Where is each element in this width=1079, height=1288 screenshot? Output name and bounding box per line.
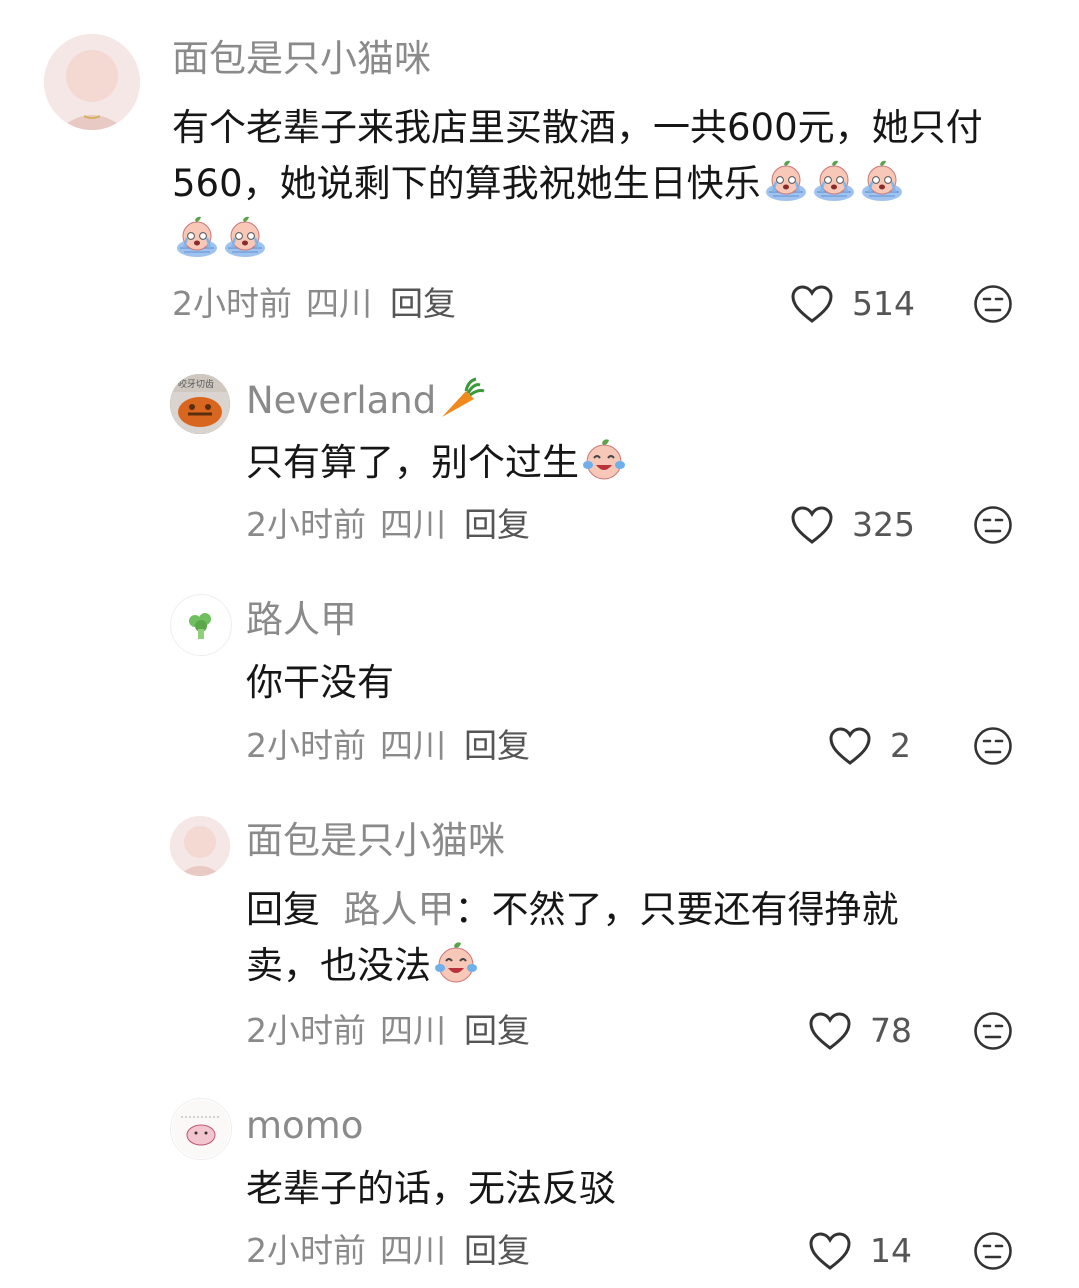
avatar[interactable] bbox=[170, 594, 232, 656]
like-button[interactable]: 14 bbox=[808, 1231, 912, 1271]
location: 四川 bbox=[306, 284, 372, 323]
reply-button[interactable]: 回复 bbox=[464, 505, 530, 544]
heart-icon bbox=[808, 1231, 852, 1271]
reply-button[interactable]: 回复 bbox=[464, 1231, 530, 1270]
location: 四川 bbox=[380, 505, 446, 544]
like-count: 325 bbox=[852, 505, 915, 544]
heart-icon bbox=[828, 726, 872, 766]
reply-button[interactable]: 回复 bbox=[390, 284, 456, 323]
comment-meta: 2小时前 四川 回复 bbox=[172, 284, 470, 324]
commenter-name[interactable]: 路人甲 bbox=[246, 598, 357, 642]
pig-avatar-icon bbox=[172, 1100, 230, 1158]
avatar-caption: 咬牙切齿 bbox=[178, 378, 214, 390]
like-button[interactable]: 2 bbox=[828, 726, 911, 766]
reply-colon: ： bbox=[454, 888, 492, 931]
commenter-name[interactable]: 面包是只小猫咪 bbox=[172, 37, 431, 81]
reply-item: momo 老辈子的话，无法反驳 2小时前 四川 回复 14 bbox=[0, 1072, 1079, 1288]
commenter-name[interactable]: Neverland bbox=[246, 377, 486, 423]
commenter-name[interactable]: 面包是只小猫咪 bbox=[246, 819, 505, 863]
crying-emoji-icon bbox=[174, 214, 220, 260]
comment-meta: 2小时前 四川 回复 bbox=[246, 505, 544, 545]
avatar-cartoon-icon bbox=[44, 34, 140, 130]
avatar[interactable] bbox=[44, 34, 140, 130]
crying-emoji-icon bbox=[222, 214, 268, 260]
crying-emoji-icon bbox=[811, 158, 857, 204]
heart-icon bbox=[790, 284, 834, 324]
commenter-name-text: Neverland bbox=[246, 379, 437, 422]
meh-face-icon[interactable] bbox=[973, 505, 1013, 545]
like-count: 78 bbox=[870, 1011, 912, 1050]
pumpkin-avatar-icon: 咬牙切齿 bbox=[170, 374, 230, 434]
comment-meta: 2小时前 四川 回复 bbox=[246, 1231, 544, 1271]
comment-text: 回复 路人甲：不然了，只要还有得挣就卖，也没法 bbox=[246, 882, 1026, 994]
location: 四川 bbox=[380, 726, 446, 765]
comment-text: 有个老辈子来我店里买散酒，一共600元，她只付560，她说剩下的算我祝她生日快乐 bbox=[172, 100, 1042, 268]
carrot-icon bbox=[442, 377, 485, 417]
avatar[interactable] bbox=[170, 816, 230, 876]
crying-emoji-icon bbox=[763, 158, 809, 204]
reply-target-name[interactable]: 路人甲 bbox=[344, 888, 455, 931]
laugh-cry-emoji-icon bbox=[581, 437, 627, 483]
reply-item: 路人甲 你干没有 2小时前 四川 回复 2 bbox=[0, 562, 1079, 792]
crying-emoji-icon bbox=[859, 158, 905, 204]
comment-text: 你干没有 bbox=[246, 661, 394, 704]
avatar[interactable]: 咬牙切齿 bbox=[170, 374, 230, 434]
reply-button[interactable]: 回复 bbox=[464, 726, 530, 765]
avatar-cartoon-icon bbox=[170, 816, 230, 876]
like-count: 14 bbox=[870, 1231, 912, 1270]
like-button[interactable]: 325 bbox=[790, 505, 915, 545]
meh-face-icon[interactable] bbox=[973, 1231, 1013, 1271]
timestamp: 2小时前 bbox=[246, 1231, 366, 1270]
comment-text: 只有算了，别个过生 bbox=[246, 435, 1026, 491]
comment-meta: 2小时前 四川 回复 bbox=[246, 726, 544, 766]
reply-item: 咬牙切齿 Neverland 只有算了，别个过生 2小时前 四川 回复 325 bbox=[0, 340, 1079, 570]
reply-button[interactable]: 回复 bbox=[464, 1011, 530, 1050]
comment-text: 老辈子的话，无法反驳 bbox=[246, 1167, 616, 1210]
meh-face-icon[interactable] bbox=[973, 284, 1013, 324]
comment-body-line1: 不然了，只要还有得挣就 bbox=[491, 888, 899, 931]
commenter-name[interactable]: momo bbox=[246, 1104, 363, 1148]
comment-body: 只有算了，别个过生 bbox=[246, 441, 579, 484]
timestamp: 2小时前 bbox=[172, 284, 292, 323]
comment-body-line2: 卖，也没法 bbox=[246, 944, 431, 987]
avatar[interactable] bbox=[170, 1098, 232, 1160]
reply-item: 面包是只小猫咪 回复 路人甲：不然了，只要还有得挣就 卖，也没法 2小时前 四川 回复… bbox=[0, 784, 1079, 1074]
like-count: 2 bbox=[890, 726, 911, 765]
like-button[interactable]: 78 bbox=[808, 1011, 912, 1051]
broccoli-avatar-icon bbox=[172, 596, 230, 654]
meh-face-icon[interactable] bbox=[973, 1011, 1013, 1051]
heart-icon bbox=[790, 505, 834, 545]
timestamp: 2小时前 bbox=[246, 505, 366, 544]
comment-meta: 2小时前 四川 回复 bbox=[246, 1011, 544, 1051]
timestamp: 2小时前 bbox=[246, 1011, 366, 1050]
laugh-cry-emoji-icon bbox=[433, 940, 479, 986]
like-count: 514 bbox=[852, 284, 915, 323]
reply-prefix: 回复 bbox=[246, 888, 320, 931]
like-button[interactable]: 514 bbox=[790, 284, 915, 324]
location: 四川 bbox=[380, 1231, 446, 1270]
comment-item: 面包是只小猫咪 有个老辈子来我店里买散酒，一共600元，她只付560，她说剩下的… bbox=[0, 0, 1079, 340]
location: 四川 bbox=[380, 1011, 446, 1050]
heart-icon bbox=[808, 1011, 852, 1051]
timestamp: 2小时前 bbox=[246, 726, 366, 765]
meh-face-icon[interactable] bbox=[973, 726, 1013, 766]
